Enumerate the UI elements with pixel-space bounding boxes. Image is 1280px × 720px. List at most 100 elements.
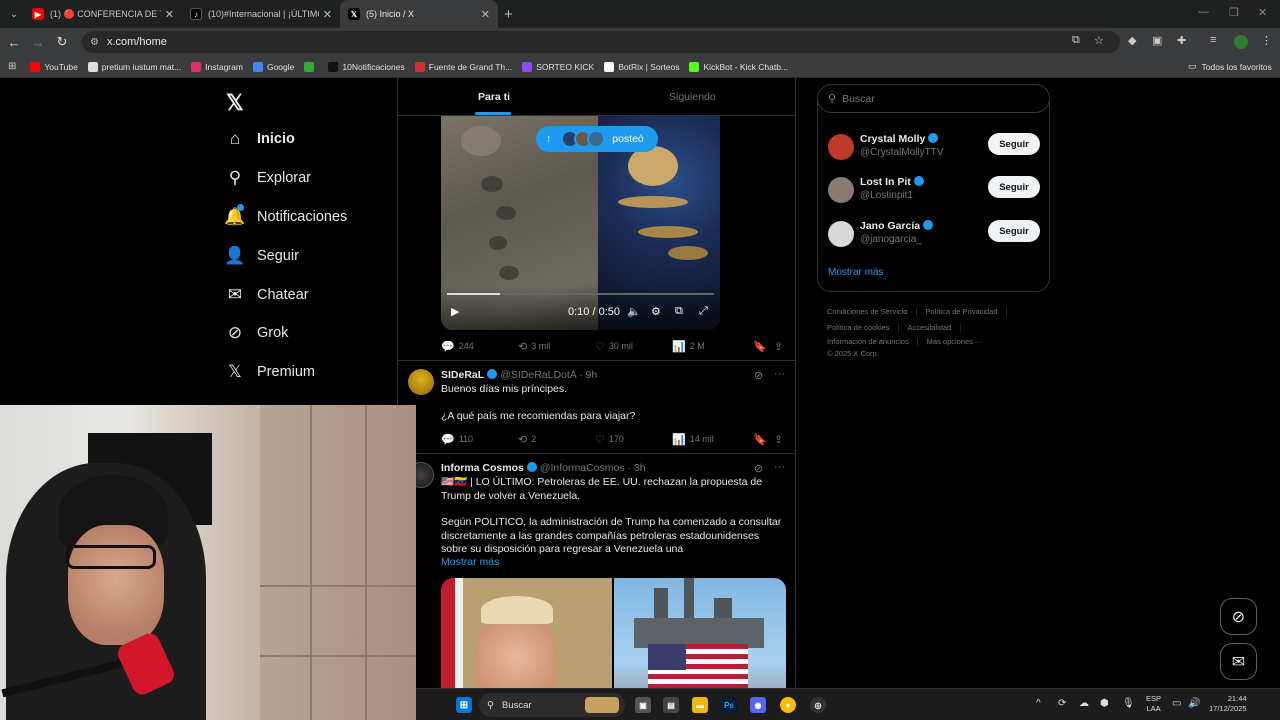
tray-icon[interactable]: ⬢ — [1100, 698, 1109, 709]
grok-fab-button[interactable]: ⊘ — [1220, 598, 1257, 635]
follow-suggestion[interactable]: Jano García @janogarcia_ Seguir — [828, 217, 1041, 253]
suggestion-name[interactable]: Jano García — [860, 220, 936, 232]
bookmark-item[interactable]: 10Notificaciones — [328, 61, 405, 72]
volume-icon[interactable]: 🔊 — [1188, 698, 1200, 709]
close-tab-icon[interactable]: ✕ — [481, 8, 490, 21]
close-tab-icon[interactable]: ✕ — [165, 8, 174, 21]
like-button[interactable]: ♡ 30 mil — [595, 340, 672, 353]
show-more-link[interactable]: Mostrar más — [441, 556, 786, 570]
grok-icon[interactable]: ⊘ — [754, 369, 763, 382]
volume-icon[interactable]: 🔈 — [627, 305, 641, 318]
bookmark-icon[interactable]: 🔖 — [753, 433, 767, 446]
install-app-icon[interactable]: ⧉ — [1072, 34, 1080, 47]
nav-item-notificaciones[interactable]: 🔔 Notificaciones — [220, 202, 390, 232]
browser-tab-2[interactable]: ♪ (10)#Internacional | ¡ÚLTIMO M ✕ — [182, 0, 340, 28]
nav-item-chatear[interactable]: ✉ Chatear — [220, 280, 390, 310]
avatar[interactable] — [408, 369, 434, 395]
messages-fab-button[interactable]: ✉ — [1220, 643, 1257, 680]
apps-grid-icon[interactable]: ⊞ — [8, 61, 16, 72]
footer-link[interactable]: Condiciones de Servicio — [827, 307, 907, 316]
tray-chevron-icon[interactable]: ^ — [1036, 698, 1041, 709]
nav-item-seguir[interactable]: 👤 Seguir — [220, 241, 390, 271]
new-posts-pill[interactable]: ↑ posteó — [536, 126, 658, 152]
author-name[interactable]: Informa Cosmos — [441, 462, 524, 474]
like-button[interactable]: ♡ 170 — [595, 433, 672, 446]
forward-icon[interactable]: → — [26, 35, 50, 50]
bookmark-item[interactable]: pretium iustum mat... — [87, 61, 181, 72]
video-progress-bar[interactable] — [447, 293, 714, 295]
author-name[interactable]: SIDeRaL — [441, 369, 484, 381]
bookmark-item[interactable]: SORTEO KICK — [522, 61, 594, 72]
nav-item-grok[interactable]: ⊘ Grok — [220, 318, 390, 348]
close-tab-icon[interactable]: ✕ — [323, 8, 332, 21]
new-tab-icon[interactable]: + — [504, 6, 513, 23]
nav-item-inicio[interactable]: ⌂ Inicio — [220, 124, 390, 154]
avatar[interactable] — [828, 134, 854, 160]
bookmark-item[interactable]: Instagram — [191, 61, 243, 72]
views-button[interactable]: 📊 14 mil — [672, 433, 749, 446]
photoshop-icon[interactable]: Ps — [721, 697, 737, 713]
nav-item-explorar[interactable]: ⚲ Explorar — [220, 163, 390, 193]
footer-link[interactable]: Más opciones ··· — [927, 337, 983, 346]
app-icon[interactable]: ▤ — [663, 697, 679, 713]
tab-following[interactable]: Siguiendo — [669, 91, 716, 103]
task-view-icon[interactable]: ▣ — [635, 697, 651, 713]
site-info-icon[interactable]: ⚙ — [90, 37, 99, 48]
tray-icon[interactable]: ⟳ — [1058, 698, 1066, 709]
extensions-puzzle-icon[interactable]: ✚ — [1177, 34, 1186, 47]
browser-tab-3[interactable]: 𝕏 (5) Inicio / X ✕ — [340, 0, 498, 28]
fullscreen-icon[interactable]: ⤢ — [699, 305, 708, 318]
restore-icon[interactable]: ❐ — [1229, 6, 1239, 19]
footer-link[interactable]: Política de Privacidad — [925, 307, 997, 316]
tweet[interactable]: SIDeRaL @SIDeRaLDotA · 9h ⊘ ··· Buenos dí… — [398, 360, 795, 452]
bookmark-icon[interactable]: 🔖 — [753, 340, 767, 353]
follow-button[interactable]: Seguir — [988, 220, 1040, 242]
show-more-link[interactable]: Mostrar más — [828, 267, 884, 278]
more-options-icon[interactable]: ··· — [774, 461, 785, 473]
profile-avatar-icon[interactable] — [1234, 35, 1248, 49]
author-handle[interactable]: @InformaCosmos · 3h — [540, 462, 646, 474]
media-control-icon[interactable]: ≡ — [1210, 34, 1216, 46]
reply-button[interactable]: 💬 244 — [441, 340, 518, 353]
tab-for-you[interactable]: Para ti — [478, 91, 510, 103]
close-window-icon[interactable]: ✕ — [1258, 6, 1267, 19]
bookmark-item[interactable]: Google — [252, 61, 294, 72]
all-favorites-folder[interactable]: ▭ Todos los favoritos — [1188, 61, 1272, 72]
settings-gear-icon[interactable]: ⚙ — [651, 305, 661, 318]
language-indicator[interactable]: ESP LAA — [1146, 694, 1161, 714]
extension-icon[interactable]: ▣ — [1152, 34, 1162, 47]
avatar[interactable] — [828, 177, 854, 203]
bookmark-star-icon[interactable]: ☆ — [1094, 34, 1104, 47]
discord-icon[interactable]: ◉ — [750, 697, 766, 713]
nav-item-premium[interactable]: 𝕏 Premium — [220, 357, 390, 387]
network-icon[interactable]: ▭ — [1172, 698, 1181, 709]
follow-suggestion[interactable]: Crystal Molly @CrystalMollyTTV Seguir — [828, 130, 1041, 166]
back-icon[interactable]: ← — [2, 35, 26, 50]
bookmark-item[interactable]: Fuente de Grand Th... — [414, 61, 512, 72]
bookmark-item[interactable]: BotRix | Sorteos — [604, 61, 679, 72]
taskbar-search[interactable]: ⚲ Buscar — [479, 693, 625, 717]
play-icon[interactable]: ▶ — [451, 305, 459, 318]
share-icon[interactable]: ⇪ — [774, 433, 783, 446]
clock[interactable]: 21:44 17/12/2025 — [1209, 694, 1247, 714]
search-box[interactable]: ⚲ Buscar — [817, 84, 1050, 113]
suggestion-name[interactable]: Crystal Molly — [860, 133, 941, 145]
repost-button[interactable]: ⟲ 3 mil — [518, 340, 595, 353]
windows-start-icon[interactable]: ⊞ — [456, 697, 472, 713]
author-handle[interactable]: @SIDeRaLDotA · 9h — [500, 369, 597, 381]
bookmark-item[interactable]: KickBot - Kick Chatb... — [689, 61, 788, 72]
footer-link[interactable]: Información de anuncios — [827, 337, 909, 346]
footer-link[interactable]: Política de cookies — [827, 323, 890, 332]
address-bar[interactable]: ⚙ x.com/home — [82, 31, 1120, 53]
grok-icon[interactable]: ⊘ — [754, 462, 763, 475]
pip-icon[interactable]: ⧉ — [675, 305, 683, 318]
share-icon[interactable]: ⇪ — [774, 340, 783, 353]
x-logo-icon[interactable]: 𝕏 — [226, 90, 244, 116]
suggestion-name[interactable]: Lost In Pit — [860, 176, 927, 188]
reply-button[interactable]: 💬 110 — [441, 433, 518, 446]
avatar[interactable] — [828, 221, 854, 247]
follow-button[interactable]: Seguir — [988, 176, 1040, 198]
footer-link[interactable]: Accesibilidad — [908, 323, 952, 332]
tray-icon[interactable]: ☁ — [1079, 698, 1089, 709]
views-button[interactable]: 📊 2 M — [672, 340, 749, 353]
